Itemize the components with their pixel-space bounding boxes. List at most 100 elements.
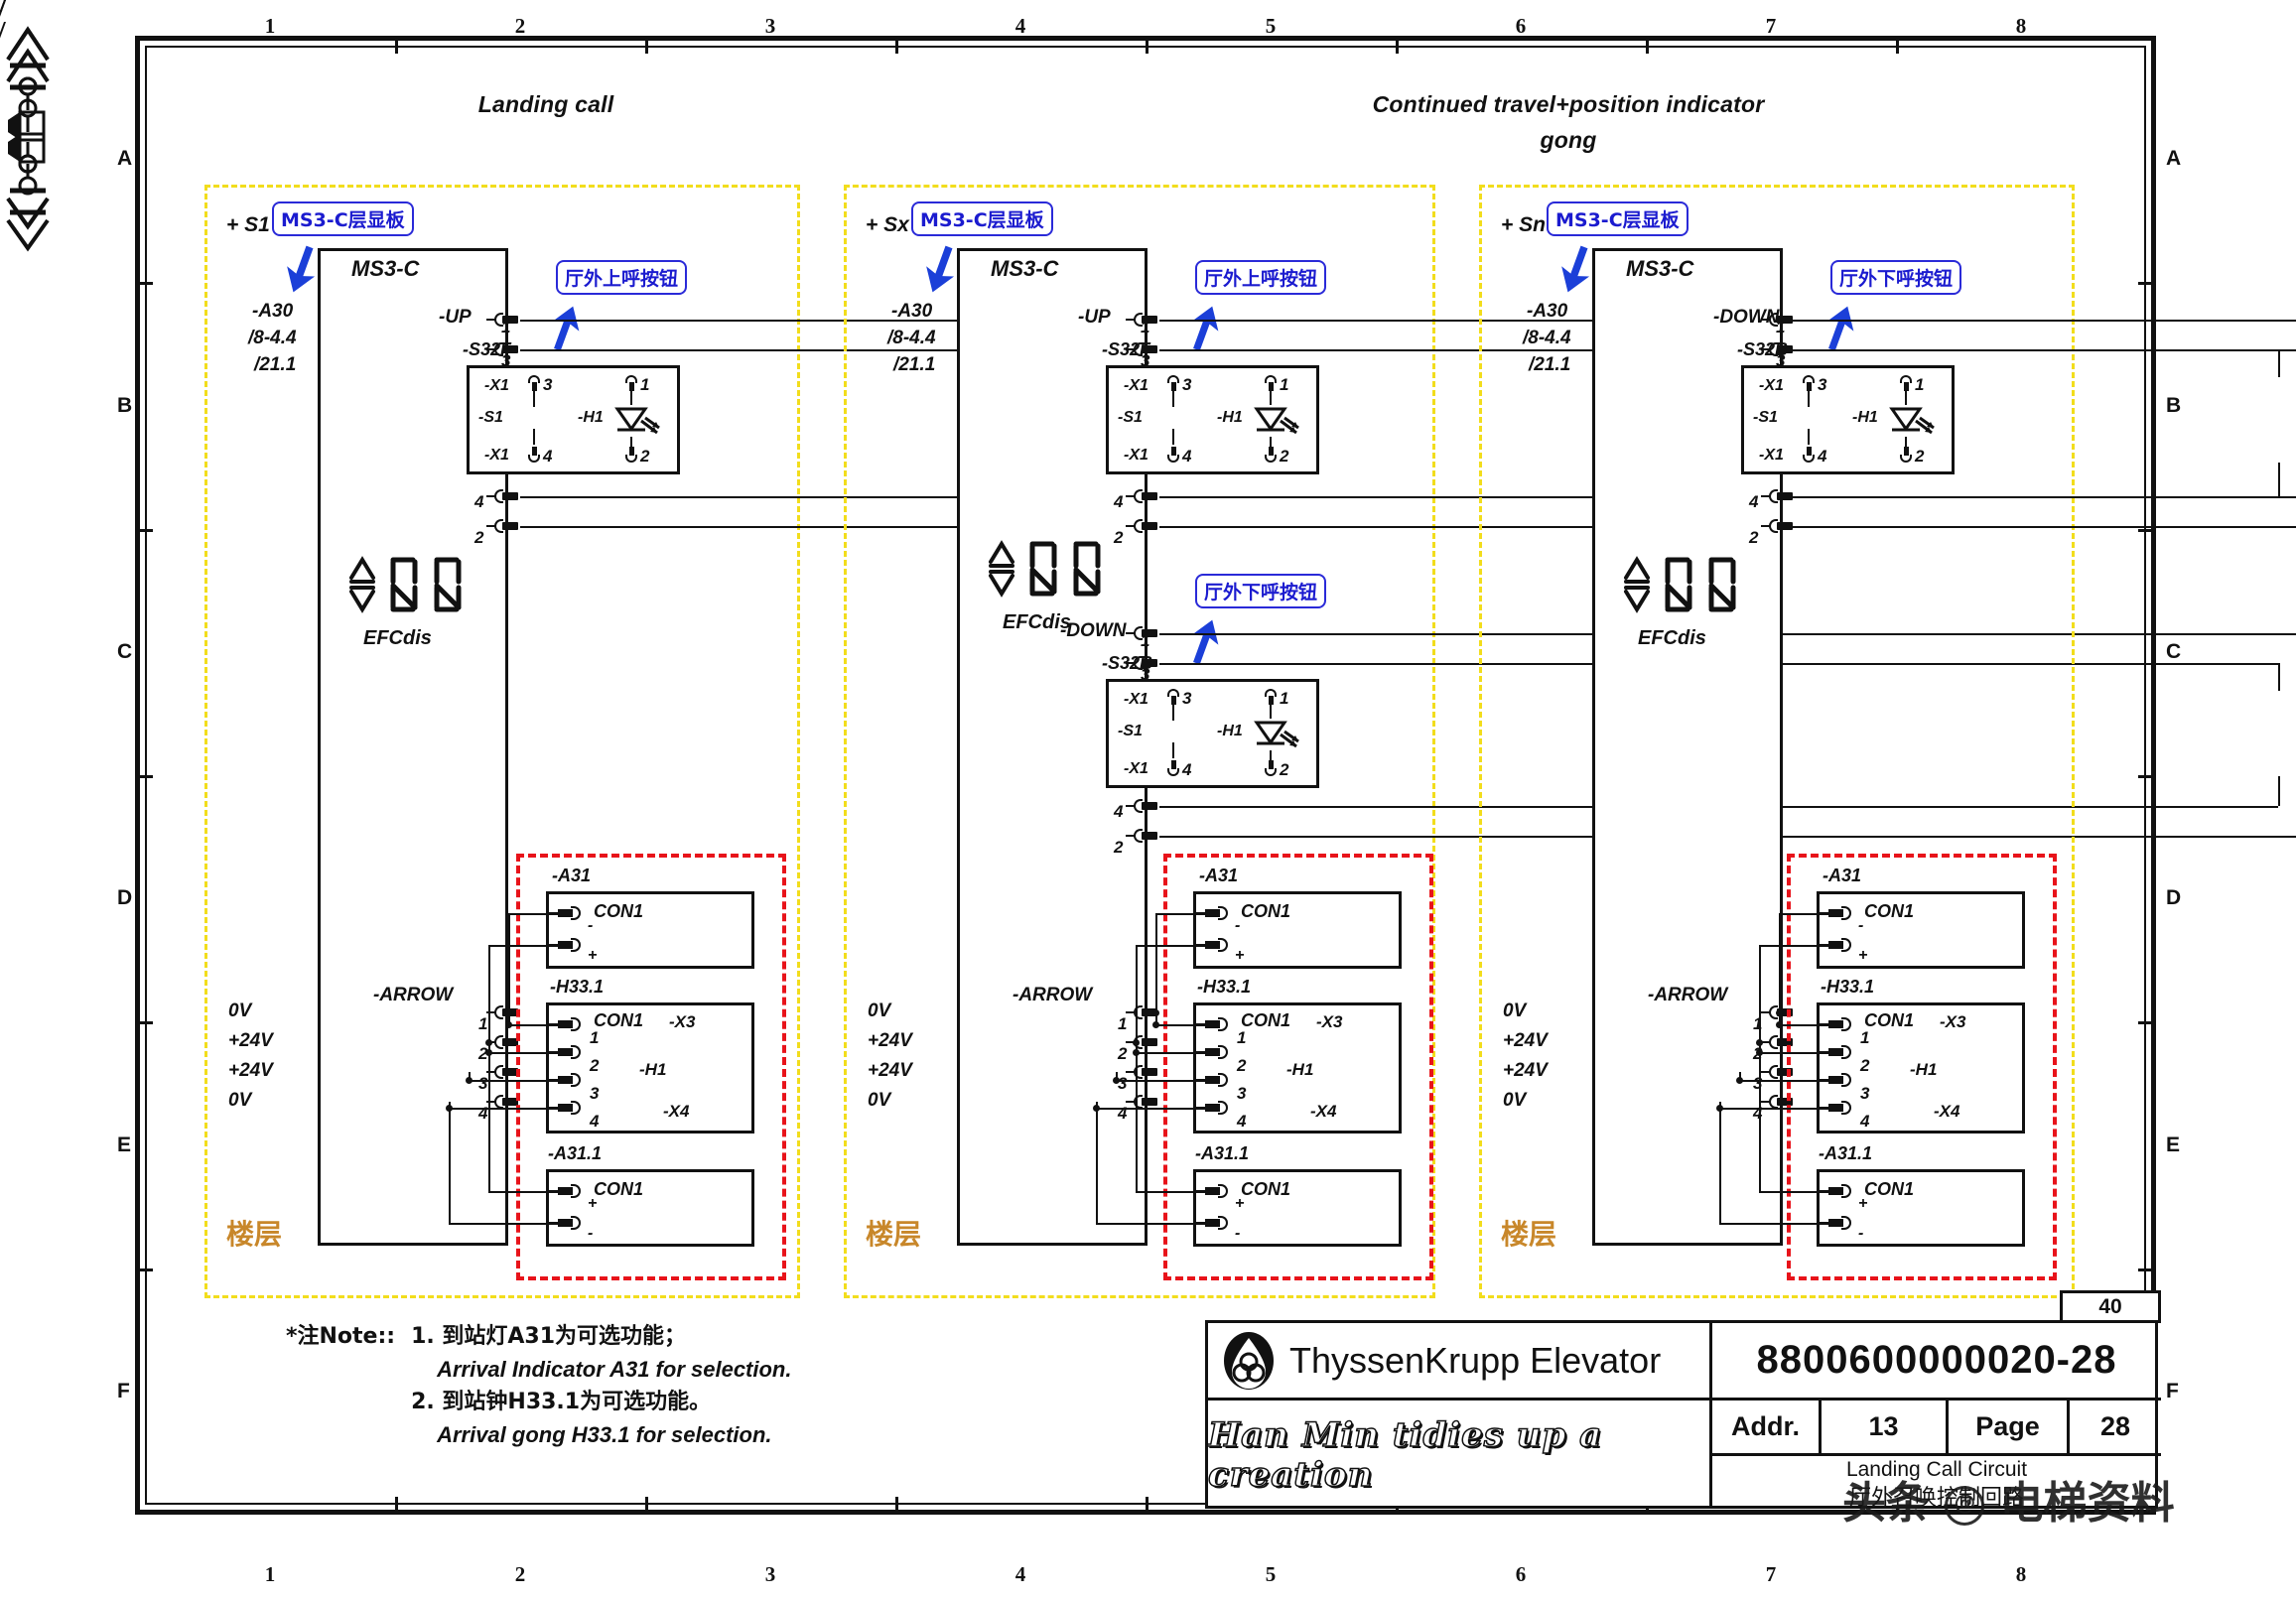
wire-segment xyxy=(1759,945,1828,947)
arrow-voltage-1-right: 0V xyxy=(1503,1001,1527,1021)
pin-number-2: 2 xyxy=(1915,447,1925,466)
drawing-number-cell: 8800600000020-28 xyxy=(1712,1323,2161,1401)
wire-segment xyxy=(1808,391,1810,407)
pin-h1-1 xyxy=(1900,375,1912,391)
wire-segment xyxy=(1808,429,1810,445)
a31-1-minus-sign: - xyxy=(1858,1225,1864,1242)
arrow-terminal-num-4-right: 4 xyxy=(1753,1104,1763,1123)
a31-1-plus-sign: + xyxy=(1858,1195,1868,1212)
wire-segment xyxy=(1719,1223,1828,1225)
callout-button-right: 厅外下呼按钮 xyxy=(1830,260,1962,295)
a31-1-indicator-box xyxy=(1817,1169,2025,1247)
note-1-en: Arrival Indicator A31 for selection. xyxy=(437,1357,792,1382)
pin-x1-3 xyxy=(1803,375,1815,391)
efcdis-display xyxy=(1620,552,1747,617)
wire-segment xyxy=(1759,1191,1828,1193)
panel-designation-right: + Sn xyxy=(1501,213,1546,236)
a31-con1-minus-pin[interactable] xyxy=(1819,906,1858,920)
arrow-voltage-2-right: +24V xyxy=(1503,1030,1548,1051)
pin-x1-4 xyxy=(1803,447,1815,463)
h33-con1-pin-4[interactable] xyxy=(1819,1101,1858,1115)
wire-segment xyxy=(1779,913,1781,1012)
wire-segment xyxy=(1719,1108,1721,1223)
h33-pin-number-2: 2 xyxy=(1860,1056,1870,1075)
call-return-terminal-4-right[interactable] xyxy=(1761,489,1795,503)
page-label-cell: Page xyxy=(1949,1401,2070,1456)
a31-1-label: -A31.1 xyxy=(1819,1143,1873,1163)
addr-label-cell: Addr. xyxy=(1712,1401,1822,1456)
a31-con1-plus-pin[interactable] xyxy=(1819,938,1858,952)
call-terminal-1-right[interactable] xyxy=(1761,313,1795,327)
callout-board-right: MS3-C层显板 xyxy=(1547,201,1688,236)
watermark: 头条 @ 电梯资料 xyxy=(1842,1467,2175,1531)
switch-s1-label: -S1 xyxy=(1753,409,1778,426)
h33-pin-number-1: 1 xyxy=(1860,1028,1870,1047)
page-label: Page xyxy=(1975,1411,2040,1441)
signature-text: Han Min tidies up a creation xyxy=(1207,1414,1603,1496)
h33-con1-pin-3[interactable] xyxy=(1819,1073,1858,1087)
revision-cell: 40 xyxy=(2060,1290,2161,1323)
wire-segment xyxy=(1779,1024,1828,1026)
pin-h1-2 xyxy=(1900,447,1912,463)
led-h1-label: -H1 xyxy=(1852,409,1878,426)
ms3c-board-title-right: MS3-C xyxy=(1626,256,1694,281)
addr-value: 13 xyxy=(1868,1411,1899,1441)
floor-label-right: 楼层 xyxy=(1501,1218,1557,1251)
terminal-x1-label: -X1 xyxy=(1759,377,1784,394)
wire-junction xyxy=(1736,1077,1743,1084)
revision-value: 40 xyxy=(2098,1294,2122,1318)
wire-segment xyxy=(1795,320,2296,322)
arrow-terminal-group-label-right: -ARROW xyxy=(1648,985,1728,1005)
wire-segment xyxy=(1759,1052,1828,1054)
a31-indicator-box xyxy=(1817,891,2025,969)
call-return-num-2-right: 2 xyxy=(1749,528,1759,547)
gong-speaker-icon xyxy=(0,76,2296,181)
gong-h1-label: -H1 xyxy=(1910,1060,1938,1079)
a31-minus-sign: - xyxy=(1858,917,1864,934)
a31-1-con1-plus-pin[interactable] xyxy=(1819,1184,1858,1198)
wire-junction xyxy=(1776,1021,1783,1028)
a31-1-con1-minus-pin[interactable] xyxy=(1819,1216,1858,1230)
a31-plus-sign: + xyxy=(1858,947,1868,964)
h33-label: -H33.1 xyxy=(1821,977,1875,997)
h33-con1-pin-2[interactable] xyxy=(1819,1045,1858,1059)
addr-label: Addr. xyxy=(1730,1411,1800,1441)
call-return-terminal-2-right[interactable] xyxy=(1761,519,1795,533)
watermark-prefix: 头条 xyxy=(1842,1478,1930,1529)
notes-block: *注Note:: 1. 到站灯A31为可选功能； Arrival Indicat… xyxy=(286,1320,791,1451)
arrow-voltage-3-right: +24V xyxy=(1503,1060,1548,1081)
gong-x4-label: -X4 xyxy=(1934,1102,1960,1121)
thyssenkrupp-logo-icon xyxy=(1224,1331,1274,1390)
a31-con1-label: CON1 xyxy=(1864,901,1915,921)
wire-segment xyxy=(1739,1080,1828,1082)
board-ref-2-right: /21.1 xyxy=(1529,354,1571,375)
arrow-terminal-num-1-right: 1 xyxy=(1753,1014,1763,1033)
arrow-voltage-4-right: 0V xyxy=(1503,1090,1527,1111)
note-1-cn: 1. 到站灯A31为可选功能； xyxy=(411,1324,687,1349)
notes-prefix: *注Note:: xyxy=(286,1324,396,1349)
wire-segment xyxy=(1795,349,2296,351)
h33-pin-number-3: 3 xyxy=(1860,1084,1870,1103)
note-2-en: Arrival gong H33.1 for selection. xyxy=(437,1422,772,1447)
signature-cell: Han Min tidies up a creation xyxy=(1207,1401,1712,1509)
a31-label: -A31 xyxy=(1823,866,1862,885)
watermark-badge: @ xyxy=(1945,1486,1985,1526)
h33-con1-label: CON1 xyxy=(1864,1010,1915,1030)
h33-pin-number-4: 4 xyxy=(1860,1112,1870,1131)
company-name: ThyssenKrupp Elevator xyxy=(1289,1339,1662,1381)
drawing-number: 8800600000020-28 xyxy=(1756,1338,2117,1382)
gong-x3-label: -X3 xyxy=(1940,1012,1966,1031)
wire-segment xyxy=(1905,391,1907,405)
wire-segment xyxy=(1905,437,1907,449)
arrow-terminal-num-3-right: 3 xyxy=(1753,1074,1763,1093)
h33-con1-pin-1[interactable] xyxy=(1819,1017,1858,1031)
schematic-sheet: 1122334455667788 AABBCCDDEEFF Landing ca… xyxy=(0,0,2296,1601)
pin-number-4: 4 xyxy=(1818,447,1827,466)
terminal-x1-label: -X1 xyxy=(1759,447,1784,464)
wire-segment xyxy=(1779,913,1828,915)
switch-designation: -S32B xyxy=(1737,339,1789,359)
watermark-suffix: 电梯资料 xyxy=(1999,1478,2175,1529)
switch-contact-icon xyxy=(0,0,25,22)
efcdis-label-right: EFCdis xyxy=(1638,627,1706,649)
wire-segment xyxy=(1759,1024,1761,1191)
